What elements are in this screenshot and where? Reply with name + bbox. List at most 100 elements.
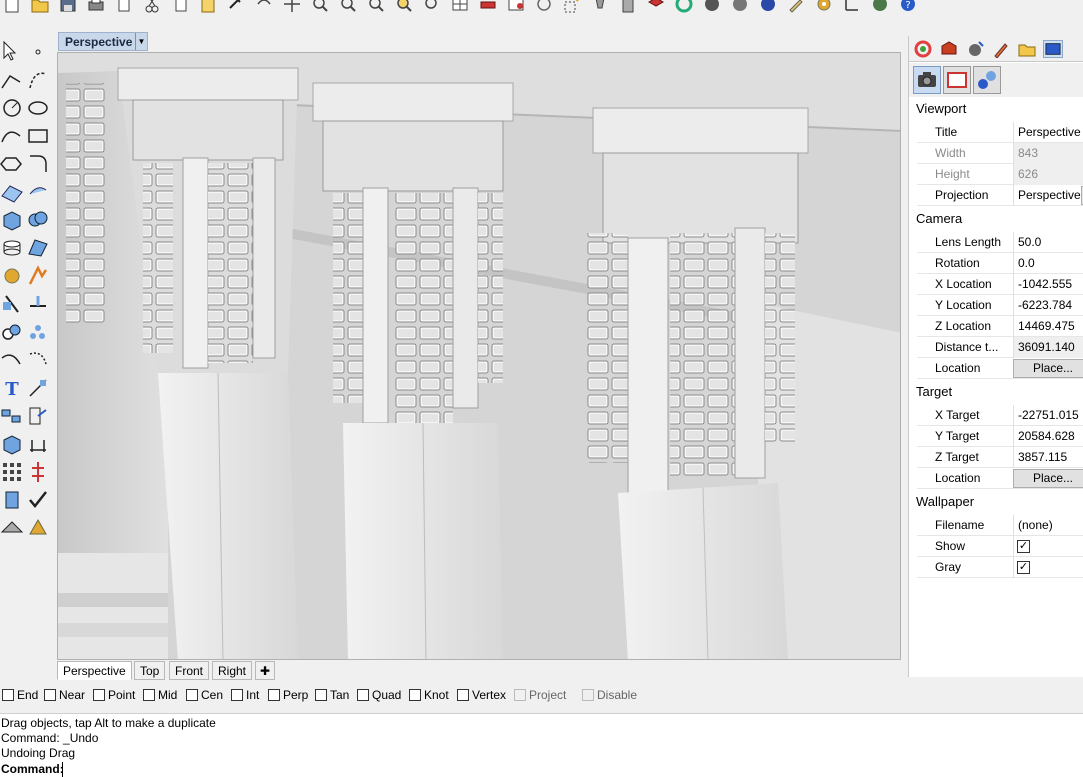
sun-tool-icon[interactable] (991, 40, 1011, 58)
trim-icon[interactable] (26, 292, 50, 316)
environment-icon[interactable] (965, 40, 985, 58)
split-icon[interactable] (0, 292, 24, 316)
mesh-icon[interactable] (26, 236, 50, 260)
analyze-icon[interactable] (0, 488, 24, 512)
cylinder-icon[interactable] (0, 236, 24, 260)
viewport-title-tab[interactable]: Perspective ▼ (58, 32, 148, 51)
edit-points-icon[interactable] (26, 404, 50, 428)
save-icon[interactable] (58, 0, 78, 14)
copy-icon[interactable] (170, 0, 190, 14)
array-icon[interactable] (0, 404, 24, 428)
check-icon[interactable] (26, 488, 50, 512)
color-wheel-icon[interactable] (674, 0, 694, 14)
page-icon[interactable] (114, 0, 134, 14)
zoom-icon[interactable] (310, 0, 330, 14)
car-icon[interactable] (478, 0, 498, 14)
prop-value-x-location[interactable]: -1042.555 (1013, 274, 1083, 295)
osnap-vertex[interactable]: Vertex (457, 688, 506, 702)
solid-edit-icon[interactable] (0, 432, 24, 456)
camera-tab[interactable] (913, 66, 941, 94)
render-icon[interactable] (506, 0, 526, 14)
prop-value-z-location[interactable]: 14469.475 (1013, 316, 1083, 337)
prop-value-y-target[interactable]: 20584.628 (1013, 426, 1083, 447)
redo-icon[interactable] (254, 0, 274, 14)
explode-icon[interactable] (26, 264, 50, 288)
prop-value-rotation[interactable]: 0.0 (1013, 253, 1083, 274)
paste-icon[interactable] (198, 0, 218, 14)
cut-icon[interactable] (142, 0, 162, 14)
zoom-dynamic-icon[interactable] (422, 0, 442, 14)
osnap-checkbox[interactable] (186, 689, 198, 701)
prop-value-title[interactable]: Perspective (1013, 122, 1083, 143)
osnap-knot[interactable]: Knot (409, 688, 449, 702)
ungroup-icon[interactable] (26, 320, 50, 344)
curve-from-object-icon[interactable] (0, 348, 24, 372)
undo-icon[interactable] (226, 0, 246, 14)
rotate-view-icon[interactable] (534, 0, 554, 14)
pencil-icon[interactable] (786, 0, 806, 14)
polyline-icon[interactable] (0, 68, 24, 92)
osnap-cen[interactable]: Cen (186, 688, 223, 702)
circle-icon[interactable] (0, 96, 24, 120)
render-mesh-icon[interactable] (0, 516, 24, 540)
osnap-quad[interactable]: Quad (357, 688, 401, 702)
arc-icon[interactable] (0, 124, 24, 148)
tab-front[interactable]: Front (169, 661, 210, 680)
osnap-checkbox[interactable] (457, 689, 469, 701)
open-folder-icon[interactable] (30, 0, 50, 14)
viewport-title[interactable]: Perspective (65, 35, 132, 49)
tab-top[interactable]: Top (134, 661, 166, 680)
rotate-icon[interactable] (26, 348, 50, 372)
curve-icon[interactable] (26, 68, 50, 92)
osnap-point[interactable]: Point (93, 688, 135, 702)
osnap-near[interactable]: Near (44, 688, 85, 702)
surface-icon[interactable] (0, 180, 24, 204)
osnap-checkbox[interactable] (143, 689, 155, 701)
prop-value-filename[interactable]: (none) (1013, 515, 1081, 536)
osnap-checkbox[interactable] (357, 689, 369, 701)
tab-perspective[interactable]: Perspective (57, 661, 132, 680)
light-icon[interactable] (590, 0, 610, 14)
help-icon[interactable]: ? (898, 0, 918, 14)
osnap-checkbox[interactable] (315, 689, 327, 701)
ellipse-icon[interactable] (26, 96, 50, 120)
gumball-icon[interactable] (842, 0, 862, 14)
dimension-icon[interactable] (26, 376, 50, 400)
select-icon[interactable] (562, 0, 582, 14)
display-mode-tab[interactable] (973, 66, 1001, 94)
show-checkbox[interactable]: ✓ (1017, 540, 1030, 553)
osnap-checkbox[interactable] (2, 689, 14, 701)
transform-gear-icon[interactable] (0, 264, 24, 288)
caret-down-icon[interactable]: ▼ (135, 33, 147, 50)
osnap-checkbox[interactable] (409, 689, 421, 701)
prop-value-lens-length[interactable]: 50.0 (1013, 232, 1083, 253)
projection-select[interactable]: Perspective (1013, 185, 1081, 206)
osnap-checkbox[interactable] (93, 689, 105, 701)
osnap-tan[interactable]: Tan (315, 688, 349, 702)
surface-edit-icon[interactable] (26, 180, 50, 204)
folder-icon[interactable] (1017, 40, 1037, 58)
rendered-ball-icon[interactable] (758, 0, 778, 14)
point-icon[interactable] (26, 40, 50, 64)
prop-value-x-target[interactable]: -22751.015 (1013, 405, 1083, 426)
prop-value-y-location[interactable]: -6223.784 (1013, 295, 1083, 316)
target-place-button[interactable]: Place... (1013, 469, 1083, 488)
add-viewport-tab-button[interactable]: ✚ (255, 661, 275, 680)
osnap-int[interactable]: Int (231, 688, 259, 702)
gray-checkbox[interactable]: ✓ (1017, 561, 1030, 574)
osnap-perp[interactable]: Perp (268, 688, 308, 702)
prop-value-distance[interactable]: 36091.140 (1013, 337, 1083, 358)
prop-value-z-target[interactable]: 3857.115 (1013, 447, 1083, 468)
group-icon[interactable] (0, 320, 24, 344)
shade-ball-icon[interactable] (702, 0, 722, 14)
display-icon[interactable] (1043, 40, 1063, 58)
command-input[interactable] (62, 762, 362, 777)
zoom-extents-icon[interactable] (366, 0, 386, 14)
block-icon[interactable] (26, 460, 50, 484)
grid-array-icon[interactable] (0, 460, 24, 484)
new-file-icon[interactable] (2, 0, 22, 14)
dimension-linear-icon[interactable] (26, 432, 50, 456)
settings-gear-icon[interactable] (814, 0, 834, 14)
text-icon[interactable]: T (0, 376, 24, 400)
ghosted-ball-icon[interactable] (730, 0, 750, 14)
